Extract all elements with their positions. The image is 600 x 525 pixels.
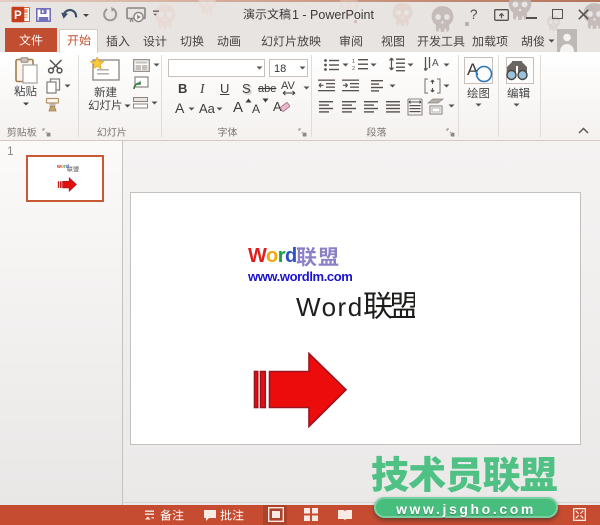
svg-text:P: P — [14, 10, 22, 22]
svg-text:A: A — [432, 58, 439, 69]
svg-text:1: 1 — [352, 59, 355, 65]
svg-text:A: A — [273, 99, 282, 114]
svg-text:2: 2 — [352, 66, 355, 71]
svg-text:AV: AV — [281, 80, 296, 92]
